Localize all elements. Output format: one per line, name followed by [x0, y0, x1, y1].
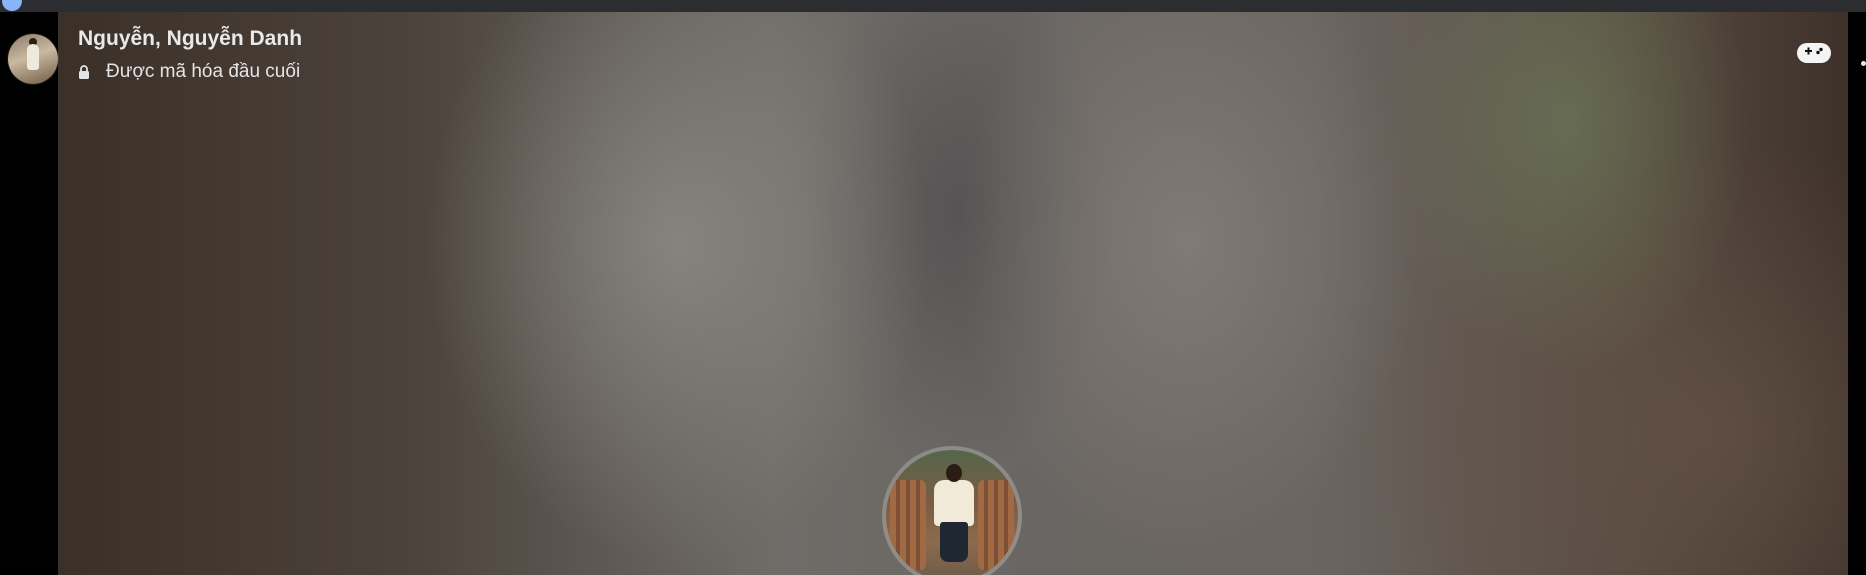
- encryption-status: Được mã hóa đầu cuối: [78, 61, 300, 83]
- video-call-window: Nguyễn, Nguyễn Danh Được mã hóa đầu cuối: [0, 0, 1866, 575]
- avatar-figure: [27, 44, 39, 70]
- right-edge: [1848, 12, 1866, 575]
- encryption-status-text: Được mã hóa đầu cuối: [106, 61, 301, 82]
- avatar-person-skirt: [940, 522, 968, 562]
- more-options-icon[interactable]: [1861, 61, 1866, 66]
- game-controller-icon: [1801, 44, 1827, 63]
- avatar-chair-right: [978, 480, 1014, 570]
- participant-video-avatar: [882, 446, 1022, 575]
- avatar-chair-left: [890, 480, 926, 570]
- participant-name: Nguyễn, Nguyễn Danh: [78, 27, 303, 50]
- lock-icon: [78, 64, 90, 80]
- game-controller-button[interactable]: [1797, 43, 1831, 63]
- left-sidebar: [0, 12, 58, 575]
- participant-avatar[interactable]: [8, 34, 58, 84]
- avatar-person-body: [934, 480, 974, 526]
- avatar-person-head: [946, 464, 962, 482]
- tab-favicon[interactable]: [2, 0, 22, 11]
